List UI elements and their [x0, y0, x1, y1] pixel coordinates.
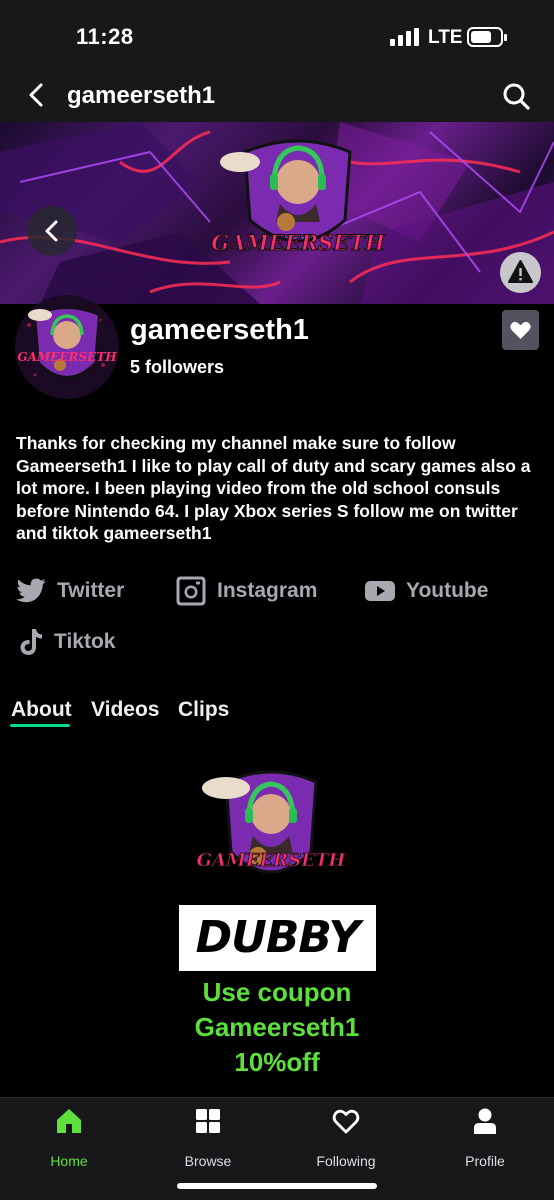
back-icon[interactable]	[22, 80, 52, 110]
heart-icon	[510, 321, 531, 339]
warning-icon	[508, 260, 533, 283]
nav-label: Following	[316, 1153, 376, 1169]
instagram-icon	[176, 576, 206, 606]
channel-banner: GAMEERSETH	[0, 122, 554, 304]
banner-logo-text: GAMEERSETH	[211, 230, 386, 255]
social-label: Youtube	[406, 579, 489, 602]
nav-home[interactable]: Home	[19, 1106, 119, 1169]
twitter-icon	[16, 578, 46, 603]
home-indicator[interactable]	[177, 1183, 377, 1189]
nav-label: Profile	[465, 1153, 505, 1169]
social-label: Tiktok	[54, 630, 116, 653]
coupon-code: Gameerseth1	[194, 1012, 360, 1042]
active-tab-indicator	[10, 724, 70, 727]
channel-name: gameerseth1	[130, 314, 309, 346]
home-icon	[57, 1109, 81, 1133]
status-bar: 11:28 LTE	[0, 0, 554, 72]
tiktok-icon	[20, 629, 42, 655]
search-icon[interactable]	[500, 80, 532, 112]
youtube-icon	[365, 581, 395, 601]
coupon-discount: 10%off	[234, 1047, 320, 1077]
social-link-twitter[interactable]: Twitter	[15, 574, 124, 608]
tab-about[interactable]: About	[11, 698, 72, 722]
report-button[interactable]	[500, 252, 541, 293]
battery-icon	[467, 27, 507, 47]
top-nav: gameerseth1	[0, 72, 554, 122]
social-link-tiktok[interactable]: Tiktok	[18, 625, 115, 659]
follower-count: 5 followers	[130, 357, 225, 377]
social-label: Twitter	[57, 579, 125, 602]
status-time: 11:28	[76, 24, 134, 49]
panel-logo-text: GAMEERSETH	[197, 850, 346, 871]
avatar-text: GAMEERSETH	[17, 350, 117, 364]
channel-bio: Thanks for checking my channel make sure…	[16, 433, 531, 543]
sponsor-logo[interactable]: DUBBY	[179, 905, 376, 971]
banner-logo	[220, 139, 352, 243]
tab-videos[interactable]: Videos	[91, 698, 159, 722]
signal-icon	[390, 28, 420, 46]
browse-icon	[196, 1109, 220, 1133]
page-title: gameerseth1	[67, 82, 216, 109]
person-icon	[474, 1108, 496, 1134]
social-link-instagram[interactable]: Instagram	[175, 574, 317, 608]
nav-label: Home	[50, 1153, 88, 1169]
tab-clips[interactable]: Clips	[178, 698, 229, 722]
nav-label: Browse	[184, 1153, 232, 1169]
nav-profile[interactable]: Profile	[435, 1106, 535, 1169]
social-label: Instagram	[217, 579, 318, 602]
nav-browse[interactable]: Browse	[158, 1106, 258, 1169]
avatar[interactable]: GAMEERSETH	[15, 295, 119, 399]
follow-button[interactable]	[502, 310, 539, 350]
social-link-youtube[interactable]: Youtube	[364, 574, 488, 608]
battery-level	[471, 31, 491, 43]
banner-artwork: GAMEERSETH	[0, 122, 554, 304]
heart-icon	[332, 1109, 360, 1134]
coupon-line: Use coupon	[202, 977, 352, 1007]
banner-back-button[interactable]	[27, 206, 77, 256]
chevron-left-icon	[45, 220, 58, 242]
nav-following[interactable]: Following	[296, 1106, 396, 1169]
network-label: LTE	[428, 27, 463, 48]
avatar-image: GAMEERSETH	[15, 295, 119, 399]
panel-logo-image: GAMEERSETH	[196, 770, 346, 874]
